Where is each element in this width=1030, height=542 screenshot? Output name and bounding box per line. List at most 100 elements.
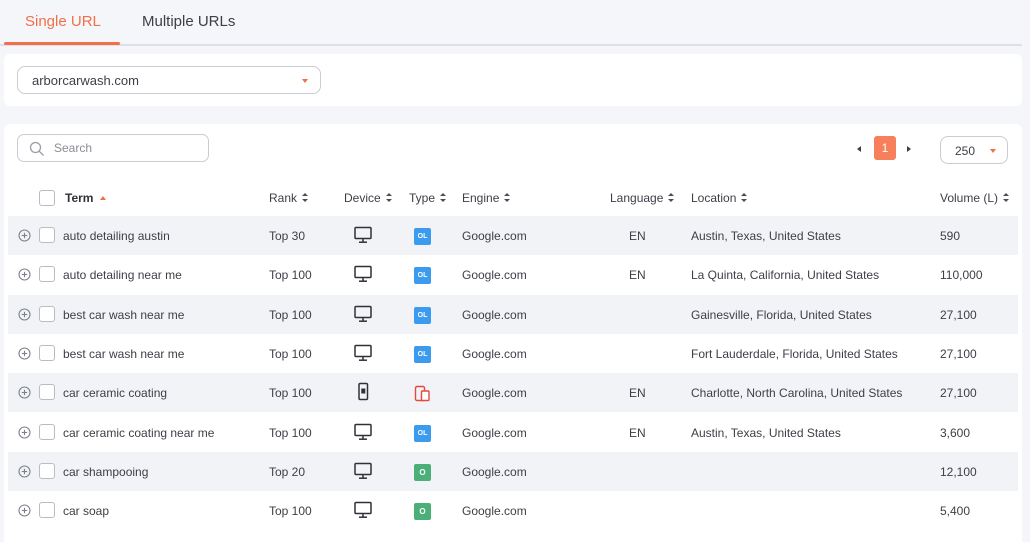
volume-cell: 27,100 <box>940 386 977 401</box>
row-checkbox[interactable] <box>39 227 55 243</box>
rank-cell: Top 100 <box>269 268 312 283</box>
location-cell: La Quinta, California, United States <box>691 268 880 283</box>
sort-ascending-icon <box>100 196 107 200</box>
table-row[interactable]: car ceramic coating Top 100 Google.com EN Ch… <box>8 373 1018 413</box>
per-page-value: 250 <box>955 144 976 158</box>
mobile-phone-icon <box>353 382 373 402</box>
term-cell: car ceramic coating <box>63 386 168 401</box>
expand-row-icon[interactable] <box>18 504 31 517</box>
row-checkbox[interactable] <box>39 384 55 401</box>
sort-icon <box>440 193 447 203</box>
desktop-monitor-icon <box>353 461 373 481</box>
engine-cell: Google.com <box>462 268 527 283</box>
expand-row-icon[interactable] <box>18 386 31 399</box>
term-cell: car soap <box>63 504 110 519</box>
desktop-monitor-icon <box>353 304 373 324</box>
url-selector-card: arborcarwash.com <box>4 54 1022 106</box>
desktop-monitor-icon <box>353 422 373 442</box>
column-header-location[interactable]: Location <box>691 191 748 205</box>
type-badge: OL <box>414 228 431 245</box>
active-tab-indicator <box>4 42 120 45</box>
volume-cell: 110,000 <box>940 268 983 283</box>
table-row[interactable]: best car wash near me Top 100 OL Google.com… <box>8 334 1018 373</box>
expand-row-icon[interactable] <box>18 347 31 360</box>
row-checkbox[interactable] <box>39 266 55 283</box>
engine-cell: Google.com <box>462 386 527 401</box>
table-header: Term Rank Device Type Engine Language Lo… <box>4 184 1022 212</box>
sort-icon <box>385 193 392 203</box>
expand-row-icon[interactable] <box>18 425 31 439</box>
engine-cell: Google.com <box>462 464 527 479</box>
expand-row-icon[interactable] <box>18 229 31 242</box>
type-badge: OL <box>414 345 431 363</box>
column-header-device[interactable]: Device <box>344 191 392 205</box>
engine-cell: Google.com <box>462 307 527 322</box>
column-header-term[interactable]: Term <box>65 191 107 205</box>
url-select-value: arborcarwash.com <box>32 73 139 88</box>
expand-row-icon[interactable] <box>18 465 31 478</box>
rank-cell: Top 20 <box>269 464 306 479</box>
rank-cell: Top 100 <box>269 307 312 322</box>
row-checkbox[interactable] <box>39 502 55 519</box>
column-header-engine[interactable]: Engine <box>462 191 511 205</box>
column-header-volume[interactable]: Volume (L) <box>940 191 1010 205</box>
select-all-checkbox[interactable] <box>39 190 55 206</box>
volume-cell: 12,100 <box>940 464 977 479</box>
term-cell: car ceramic coating near me <box>63 425 215 440</box>
language-cell: EN <box>629 386 646 401</box>
engine-cell: Google.com <box>462 504 527 519</box>
current-page-button[interactable]: 1 <box>874 136 896 160</box>
type-badge: OL <box>414 306 431 324</box>
chevron-down-icon <box>302 79 308 83</box>
table-row[interactable]: auto detailing near me Top 100 OL Google.co… <box>8 255 1018 294</box>
location-cell: Gainesville, Florida, United States <box>691 307 872 322</box>
term-cell: best car wash near me <box>63 346 185 361</box>
location-cell: Austin, Texas, United States <box>691 229 841 243</box>
volume-cell: 5,400 <box>940 504 971 519</box>
per-page-select[interactable]: 250 <box>940 136 1008 164</box>
column-label: Term <box>65 191 94 205</box>
rank-cell: Top 30 <box>269 229 306 243</box>
column-header-language[interactable]: Language <box>610 191 675 205</box>
row-checkbox[interactable] <box>39 344 55 361</box>
row-checkbox[interactable] <box>39 423 55 440</box>
tab-single-url[interactable]: Single URL <box>25 13 101 30</box>
expand-row-icon[interactable] <box>18 268 31 281</box>
column-header-rank[interactable]: Rank <box>269 191 309 205</box>
desktop-monitor-icon <box>353 500 373 520</box>
row-checkbox[interactable] <box>39 462 55 479</box>
desktop-monitor-icon <box>353 343 373 363</box>
next-page-icon[interactable] <box>907 146 911 152</box>
column-label: Engine <box>462 191 500 205</box>
table-row[interactable]: best car wash near me Top 100 OL Google.com… <box>8 294 1018 334</box>
table-row[interactable]: car shampooing Top 20 O Google.com 12,100 <box>8 451 1018 491</box>
chevron-down-icon <box>990 149 996 153</box>
rankings-table-card: 1 250 Term Rank Device Type Engine Langu… <box>4 124 1022 542</box>
location-cell: Fort Lauderdale, Florida, United States <box>691 346 898 361</box>
sort-icon <box>741 193 748 203</box>
volume-cell: 590 <box>940 229 961 243</box>
row-checkbox[interactable] <box>39 305 55 322</box>
rank-cell: Top 100 <box>269 504 312 519</box>
column-label: Device <box>344 191 381 205</box>
table-row[interactable]: car soap Top 100 O Google.com 5,400 <box>8 491 1018 530</box>
prev-page-icon[interactable] <box>857 146 861 152</box>
rank-cell: Top 100 <box>269 386 312 401</box>
column-header-type[interactable]: Type <box>409 191 447 205</box>
url-select[interactable]: arborcarwash.com <box>17 66 321 94</box>
table-row[interactable]: auto detailing austin Top 30 OL Google.com E… <box>8 216 1018 255</box>
search-input[interactable] <box>54 139 204 157</box>
location-cell: Austin, Texas, United States <box>691 425 841 440</box>
tab-multiple-urls[interactable]: Multiple URLs <box>142 13 235 30</box>
type-badge: OL <box>414 267 431 285</box>
sort-icon <box>302 193 309 203</box>
column-label: Rank <box>269 191 298 205</box>
volume-cell: 3,600 <box>940 425 971 440</box>
desktop-monitor-icon <box>353 264 373 284</box>
table-row[interactable]: car ceramic coating near me Top 100 OL Goog… <box>8 413 1018 452</box>
search-box <box>17 134 209 162</box>
expand-row-icon[interactable] <box>18 308 31 321</box>
volume-cell: 27,100 <box>940 346 977 361</box>
type-badge: O <box>414 503 431 521</box>
type-badge: OL <box>414 424 431 442</box>
